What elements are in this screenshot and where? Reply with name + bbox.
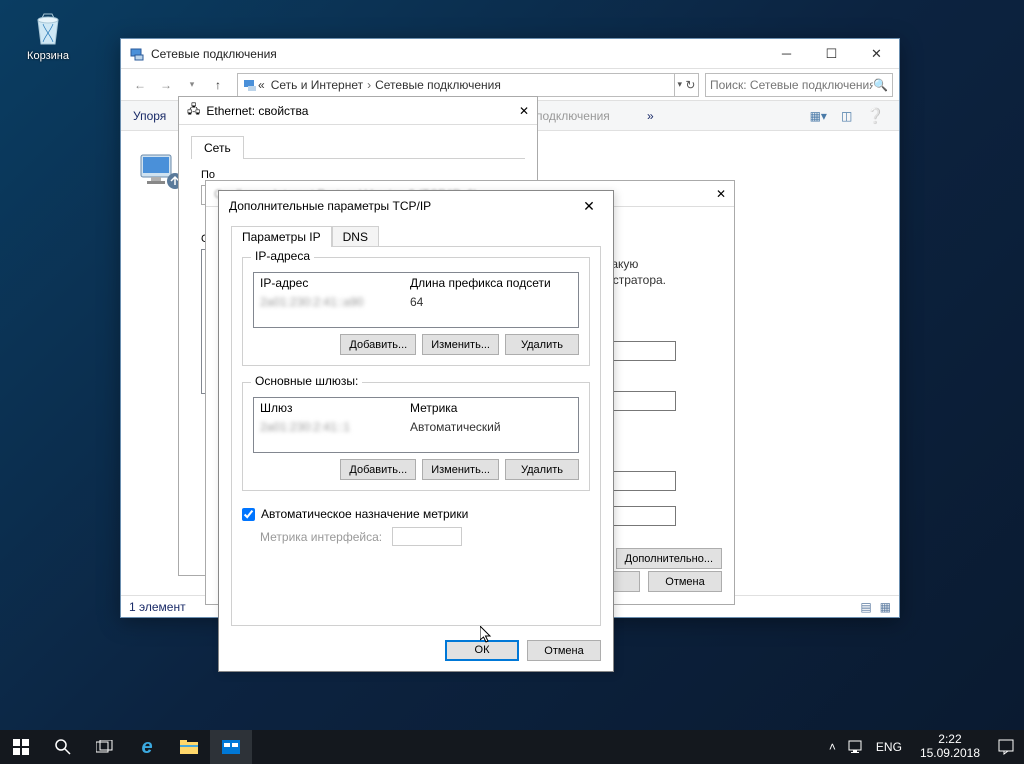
gw-row-address: 2a01:230:2:41::1 xyxy=(260,420,410,434)
ethernet-title: Ethernet: свойства xyxy=(206,104,519,118)
close-icon[interactable]: ✕ xyxy=(716,187,726,201)
tab-network[interactable]: Сеть xyxy=(191,136,244,159)
breadcrumb-prefix: « xyxy=(258,78,265,92)
minimize-button[interactable]: ─ xyxy=(764,39,809,68)
ip-add-button[interactable]: Добавить... xyxy=(340,334,416,355)
forward-button[interactable]: → xyxy=(153,72,179,98)
search-button[interactable] xyxy=(42,730,84,764)
refresh-button[interactable]: ▾ ↻ xyxy=(675,73,699,97)
ip-col-address: IP-адрес xyxy=(260,276,410,290)
advanced-button[interactable]: Дополнительно... xyxy=(616,548,722,569)
gateways-label: Основные шлюзы: xyxy=(251,374,362,388)
task-view-button[interactable] xyxy=(84,730,126,764)
language-indicator[interactable]: ENG xyxy=(876,740,902,754)
gateways-list[interactable]: Шлюз Метрика 2a01:230:2:41::1 Автоматиче… xyxy=(253,397,579,453)
recycle-bin[interactable]: Корзина xyxy=(18,8,78,62)
ip-row-prefix: 64 xyxy=(410,295,423,309)
chevron-right-icon: › xyxy=(367,78,371,92)
preview-pane-icon[interactable]: ◫ xyxy=(841,109,852,123)
cancel-button[interactable]: Отмена xyxy=(648,571,722,592)
auto-metric-checkbox[interactable] xyxy=(242,508,255,521)
interface-metric-row: Метрика интерфейса: xyxy=(242,527,590,546)
recent-dropdown[interactable]: ▾ xyxy=(179,72,205,98)
status-text: 1 элемент xyxy=(129,600,186,614)
gw-delete-button[interactable]: Удалить xyxy=(505,459,579,480)
auto-metric-row: Автоматическое назначение метрики xyxy=(242,507,590,521)
icons-view-icon[interactable]: ▦ xyxy=(880,600,891,614)
maximize-button[interactable]: ☐ xyxy=(809,39,854,68)
close-button[interactable]: ✕ xyxy=(854,39,899,68)
gw-edit-button[interactable]: Изменить... xyxy=(422,459,499,480)
search-icon[interactable]: 🔍 xyxy=(873,78,888,92)
close-icon[interactable]: ✕ xyxy=(519,104,529,118)
close-button[interactable]: ✕ xyxy=(575,192,603,220)
adv-titlebar[interactable]: Дополнительные параметры TCP/IP ✕ xyxy=(219,191,613,221)
ip-edit-button[interactable]: Изменить... xyxy=(422,334,499,355)
gw-row[interactable]: 2a01:230:2:41::1 Автоматический xyxy=(254,418,578,436)
ok-button[interactable]: ОК xyxy=(445,640,519,661)
ip-addresses-label: IP-адреса xyxy=(251,249,314,263)
gw-row-metric: Автоматический xyxy=(410,420,501,434)
ip-delete-button[interactable]: Удалить xyxy=(505,334,579,355)
ipv6-desc-fragment-2: истратора. xyxy=(606,273,666,287)
explorer-titlebar[interactable]: Сетевые подключения ─ ☐ ✕ xyxy=(121,39,899,69)
up-button[interactable]: ↑ xyxy=(205,72,231,98)
settings-button[interactable] xyxy=(210,730,252,764)
organize-button[interactable]: Упоря xyxy=(127,105,172,127)
cancel-button[interactable]: Отмена xyxy=(527,640,601,661)
search-input-wrap[interactable]: 🔍 xyxy=(705,73,893,97)
clock-time: 2:22 xyxy=(920,733,980,747)
gw-col-metric: Метрика xyxy=(410,401,457,415)
tray-overflow-icon[interactable]: ˄ xyxy=(829,740,836,754)
clock-date: 15.09.2018 xyxy=(920,747,980,761)
gw-add-button[interactable]: Добавить... xyxy=(340,459,416,480)
tab-ip-settings[interactable]: Параметры IP xyxy=(231,226,332,247)
ip-addresses-list[interactable]: IP-адрес Длина префикса подсети 2a01:230… xyxy=(253,272,579,328)
recycle-bin-label: Корзина xyxy=(18,50,78,62)
ip-row[interactable]: 2a01:230:2:41::a90 64 xyxy=(254,293,578,311)
tab-dns[interactable]: DNS xyxy=(332,226,379,247)
back-button[interactable]: ← xyxy=(127,72,153,98)
interface-metric-input xyxy=(392,527,462,546)
taskbar-clock[interactable]: 2:22 15.09.2018 xyxy=(914,733,986,761)
recycle-bin-icon xyxy=(28,8,68,48)
action-center-icon[interactable] xyxy=(998,739,1014,755)
adv-title: Дополнительные параметры TCP/IP xyxy=(229,199,575,213)
start-button[interactable] xyxy=(0,730,42,764)
breadcrumb-seg2[interactable]: Сетевые подключения xyxy=(375,78,501,92)
gateways-group: Основные шлюзы: Шлюз Метрика 2a01:230:2:… xyxy=(242,382,590,491)
network-icon xyxy=(242,77,258,93)
ip-col-prefix: Длина префикса подсети xyxy=(410,276,551,290)
ie-button[interactable]: e xyxy=(126,730,168,764)
interface-metric-label: Метрика интерфейса: xyxy=(260,530,382,544)
ip-addresses-group: IP-адреса IP-адрес Длина префикса подсет… xyxy=(242,257,590,366)
taskbar[interactable]: e ˄ ENG 2:22 15.09.2018 xyxy=(0,730,1024,764)
file-explorer-button[interactable] xyxy=(168,730,210,764)
ip-row-address: 2a01:230:2:41::a90 xyxy=(260,295,410,309)
details-view-icon[interactable]: ▤ xyxy=(860,600,871,614)
gw-col-gateway: Шлюз xyxy=(260,401,410,415)
auto-metric-label: Автоматическое назначение метрики xyxy=(261,507,468,521)
breadcrumb[interactable]: « Сеть и Интернет › Сетевые подключения xyxy=(237,73,675,97)
ethernet-titlebar[interactable]: 🖧 Ethernet: свойства ✕ xyxy=(179,97,537,125)
network-icon xyxy=(129,46,145,62)
breadcrumb-seg1[interactable]: Сеть и Интернет xyxy=(271,78,363,92)
search-input[interactable] xyxy=(710,78,873,92)
help-icon[interactable]: ❔ xyxy=(866,107,885,125)
network-tray-icon[interactable] xyxy=(848,740,864,754)
adapter-icon: 🖧 xyxy=(187,100,200,121)
explorer-title: Сетевые подключения xyxy=(151,47,764,61)
toolbar-overflow[interactable]: » xyxy=(641,105,660,127)
advanced-tcpip-dialog: Дополнительные параметры TCP/IP ✕ Параме… xyxy=(218,190,614,672)
view-dropdown-icon[interactable]: ▦▾ xyxy=(810,109,827,123)
